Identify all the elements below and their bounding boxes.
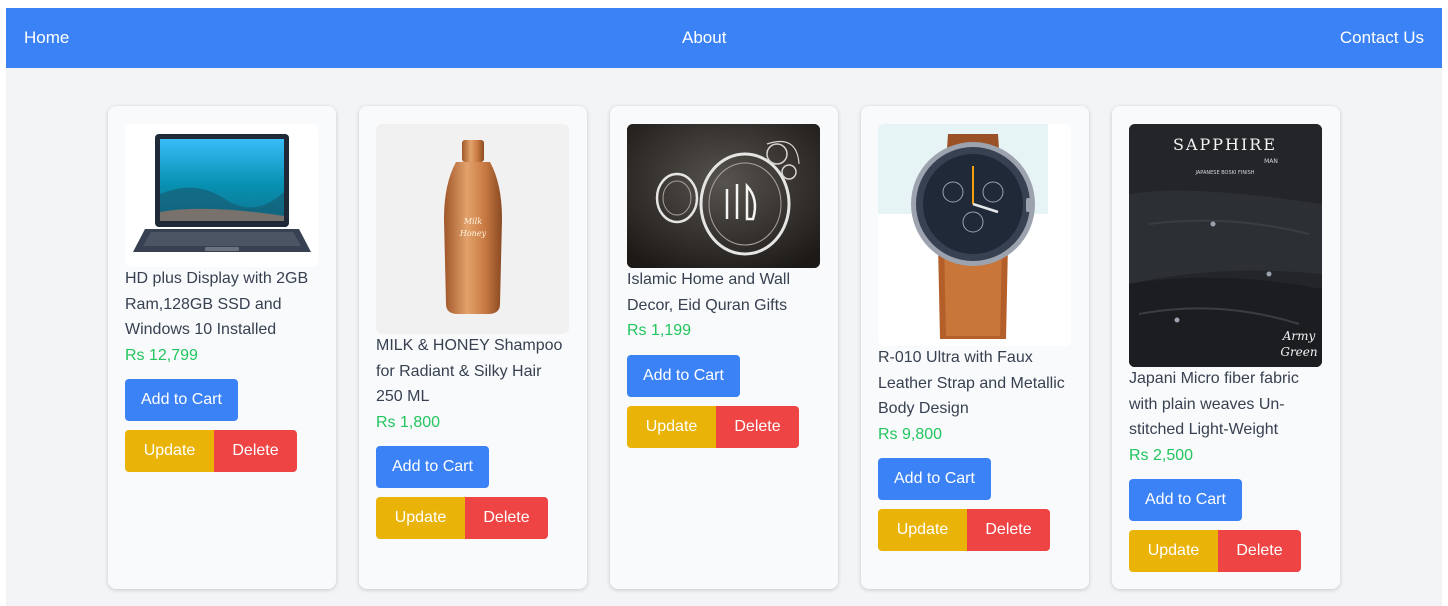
shampoo-bottle-image: Milk Honey [376,124,569,334]
product-title: HD plus Display with 2GB Ram,128GB SSD a… [125,270,309,339]
delete-button[interactable]: Delete [1218,530,1301,573]
svg-text:Milk: Milk [463,217,482,226]
update-button[interactable]: Update [376,497,465,540]
nav-home-link[interactable]: Home [24,28,69,48]
navbar: Home About Contact Us [6,8,1442,68]
update-button[interactable]: Update [878,509,967,552]
product-card: Milk Honey MILK & HONEY Shampoo for Radi… [359,106,587,589]
wristwatch-image [878,124,1071,346]
product-price: Rs 9,800 [878,425,943,443]
delete-button[interactable]: Delete [716,405,799,448]
product-card: HD plus Display with 2GB Ram,128GB SSD a… [108,106,336,589]
update-button[interactable]: Update [627,405,716,448]
fabric-sub-text: MAN [1264,158,1278,165]
update-button[interactable]: Update [1129,530,1218,573]
add-to-cart-button[interactable]: Add to Cart [627,354,740,397]
page-background: Home About Contact Us HD plus Display wi… [6,8,1442,606]
add-to-cart-button[interactable]: Add to Cart [376,446,489,489]
svg-text:Honey: Honey [459,229,487,238]
product-title: Japani Micro fiber fabric with plain wea… [1129,370,1299,439]
product-title: Islamic Home and Wall Decor, Eid Quran G… [627,271,791,314]
add-to-cart-button[interactable]: Add to Cart [878,458,991,501]
product-price: Rs 2,500 [1129,446,1194,464]
nav-about-link[interactable]: About [682,28,726,48]
delete-button[interactable]: Delete [465,497,548,540]
fabric-image: SAPPHIRE MAN JAPANESE BOSKI FINISH Army … [1129,124,1322,367]
fabric-finish-text: JAPANESE BOSKI FINISH [1194,170,1254,176]
update-button[interactable]: Update [125,430,214,473]
product-price: Rs 1,199 [627,322,692,340]
product-price: Rs 12,799 [125,346,198,364]
product-title: MILK & HONEY Shampoo for Radiant & Silky… [376,337,563,406]
product-card: Islamic Home and Wall Decor, Eid Quran G… [610,106,838,589]
fabric-color2-text: Green [1280,345,1317,359]
add-to-cart-button[interactable]: Add to Cart [125,379,238,422]
product-price: Rs 1,800 [376,413,441,431]
delete-button[interactable]: Delete [214,430,297,473]
product-card: SAPPHIRE MAN JAPANESE BOSKI FINISH Army … [1112,106,1340,589]
product-title: R-010 Ultra with Faux Leather Strap and … [878,349,1065,418]
delete-button[interactable]: Delete [967,509,1050,552]
fabric-brand-text: SAPPHIRE [1173,135,1277,154]
islamic-wall-decor-image [627,124,820,268]
laptop-image [125,124,318,267]
nav-contact-link[interactable]: Contact Us [1340,28,1424,48]
fabric-color1-text: Army [1282,329,1316,343]
add-to-cart-button[interactable]: Add to Cart [1129,479,1242,522]
product-card: R-010 Ultra with Faux Leather Strap and … [861,106,1089,589]
